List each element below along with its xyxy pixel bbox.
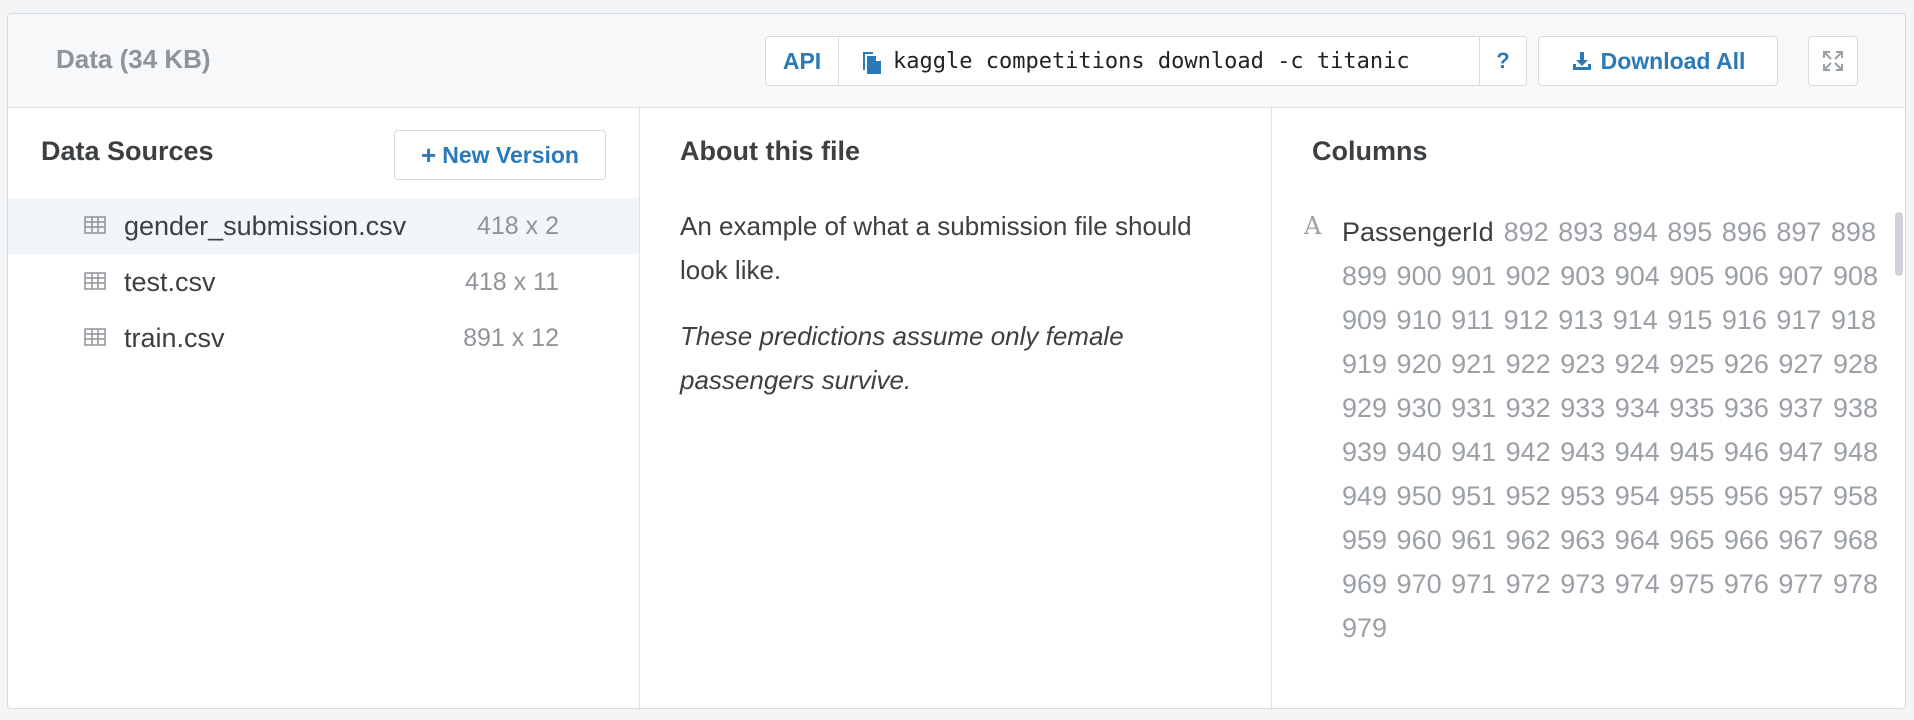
api-command-text[interactable]: kaggle competitions download -c titanic (893, 49, 1410, 74)
api-command-group: API kaggle competitions download -c tita… (765, 36, 1527, 86)
data-size-title: Data (34 KB) (56, 44, 211, 74)
columns-scrollbar[interactable] (1893, 208, 1905, 668)
api-tab[interactable]: API (766, 37, 839, 85)
about-file-column: About this file An example of what a sub… (640, 108, 1272, 708)
string-type-icon: A (1304, 212, 1322, 240)
column-sample-values: 892 893 894 895 896 897 898 899 900 901 … (1342, 217, 1878, 643)
file-dimensions: 418 x 11 (464, 267, 559, 296)
plus-icon: + (421, 139, 437, 170)
data-sources-column: Data Sources + New Version gender_submis… (8, 108, 640, 708)
file-dimensions: 418 x 2 (476, 211, 559, 240)
copy-icon[interactable] (861, 48, 883, 74)
about-file-note: These predictions assume only female pas… (680, 321, 1124, 395)
file-list: gender_submission.csv 418 x 2 test.csv 4… (8, 198, 639, 366)
data-header: Data (34 KB) API kaggle competitions dow… (8, 14, 1905, 108)
table-icon (84, 272, 106, 290)
file-name[interactable]: test.csv (124, 267, 216, 298)
file-item-gender-submission[interactable]: gender_submission.csv 418 x 2 (8, 198, 639, 254)
expand-icon (1823, 51, 1843, 71)
file-item-train[interactable]: train.csv 891 x 12 (8, 310, 639, 366)
help-button[interactable]: ? (1480, 37, 1526, 85)
columns-list: A PassengerId 892 893 894 895 896 897 898… (1304, 210, 1884, 660)
data-panel: Data (34 KB) API kaggle competitions dow… (7, 13, 1906, 709)
download-icon (1572, 52, 1591, 70)
data-sources-title: Data Sources (41, 136, 214, 166)
about-file-description: An example of what a submission file sho… (680, 211, 1192, 285)
table-icon (84, 328, 106, 346)
new-version-button[interactable]: + New Version (394, 130, 606, 180)
file-name[interactable]: train.csv (124, 323, 225, 354)
about-file-title: About this file (680, 136, 860, 166)
download-all-button[interactable]: Download All (1538, 36, 1778, 86)
file-dimensions: 891 x 12 (463, 323, 559, 352)
file-name[interactable]: gender_submission.csv (124, 211, 406, 242)
new-version-label: New Version (442, 141, 579, 168)
column-name[interactable]: PassengerId (1342, 217, 1494, 247)
columns-scrollbar-thumb[interactable] (1895, 212, 1903, 276)
expand-button[interactable] (1808, 36, 1858, 86)
columns-title: Columns (1312, 136, 1428, 166)
api-command[interactable]: kaggle competitions download -c titanic (839, 37, 1480, 85)
table-icon (84, 216, 106, 234)
columns-column: Columns A PassengerId 892 893 894 895 896… (1272, 108, 1905, 708)
file-item-test[interactable]: test.csv 418 x 11 (8, 254, 639, 310)
download-all-label: Download All (1600, 47, 1746, 74)
column-item-passengerid[interactable]: PassengerId 892 893 894 895 896 897 898 8… (1342, 210, 1882, 650)
